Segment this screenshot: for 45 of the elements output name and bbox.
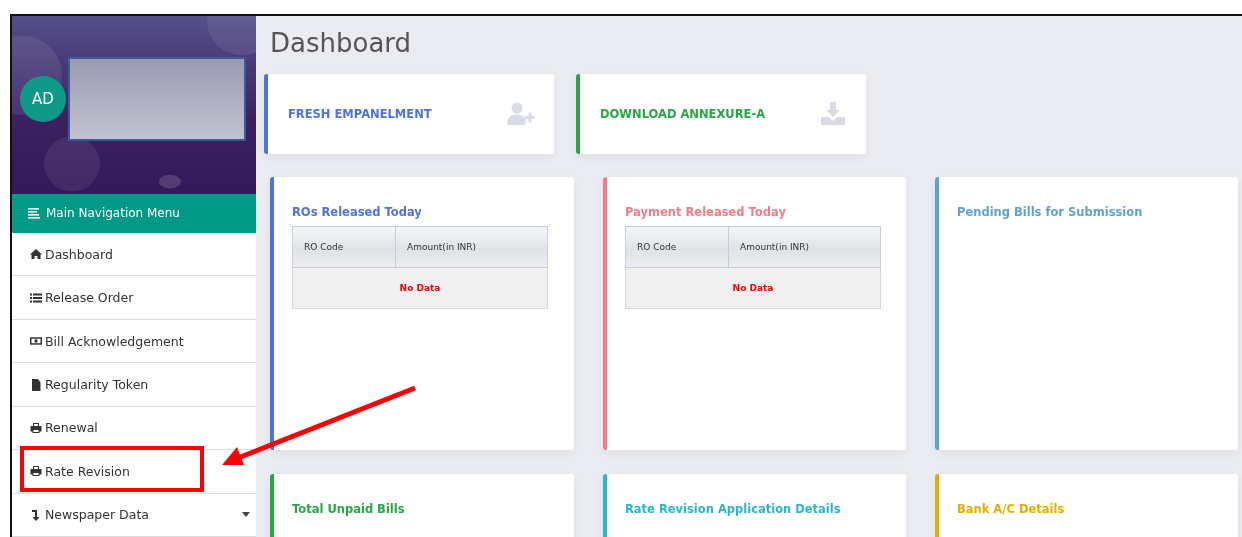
- menu-icon: [28, 207, 40, 220]
- panel-title: Payment Released Today: [625, 205, 787, 219]
- bubble: [159, 174, 181, 189]
- panel-title: Rate Revision Application Details: [625, 502, 842, 516]
- empty-message: No Data: [625, 267, 881, 309]
- nav-label: Bill Acknowledgement: [45, 333, 184, 349]
- nav-item[interactable]: Dashboard: [12, 233, 256, 277]
- panel-title: ROs Released Today: [292, 205, 423, 219]
- add-user-icon: [506, 102, 536, 126]
- bubble: [207, 16, 256, 56]
- card-label: FRESH EMPANELMENT: [288, 107, 432, 121]
- list-icon: [30, 291, 42, 304]
- column-header: RO Code: [292, 226, 396, 268]
- action-card[interactable]: FRESH EMPANELMENT: [264, 74, 554, 154]
- nav-label: Rate Revision: [45, 463, 130, 479]
- empty-message: No Data: [292, 267, 548, 309]
- page-title: Dashboard: [270, 28, 413, 58]
- nav-item[interactable]: Newspaper Data: [12, 493, 256, 537]
- nav-item[interactable]: Rate Revision: [12, 450, 256, 494]
- nav-label: Dashboard: [45, 246, 113, 262]
- user-avatar: AD: [20, 75, 66, 122]
- nav-label: Release Order: [45, 290, 134, 306]
- home-icon: [30, 248, 42, 261]
- nav-item[interactable]: Regularity Token: [12, 363, 256, 407]
- nav-label: Newspaper Data: [45, 507, 149, 523]
- down-arrow-icon: [30, 508, 42, 521]
- printer-icon: [30, 465, 42, 478]
- column-header: Amount(in INR): [395, 226, 548, 268]
- printer-icon: [30, 421, 42, 434]
- nav-label: Renewal: [45, 420, 98, 436]
- nav-item[interactable]: Renewal: [12, 406, 256, 451]
- nav-item[interactable]: Bill Acknowledgement: [12, 319, 256, 364]
- file-icon: [30, 378, 42, 391]
- nav-label: Regularity Token: [45, 377, 149, 392]
- panel-title: Bank A/C Details: [957, 502, 1066, 516]
- banknote-icon: [30, 335, 42, 348]
- nav-item[interactable]: Release Order: [12, 276, 256, 320]
- column-header: RO Code: [625, 226, 729, 268]
- download-icon: [818, 102, 848, 126]
- panel-title: Pending Bills for Submission: [957, 205, 1144, 219]
- bubble: [44, 136, 100, 192]
- nav-title: Main Navigation Menu: [46, 206, 180, 221]
- column-header: Amount(in INR): [728, 226, 881, 268]
- panel-title: Total Unpaid Bills: [292, 502, 406, 516]
- card-label: DOWNLOAD ANNEXURE-A: [600, 107, 766, 121]
